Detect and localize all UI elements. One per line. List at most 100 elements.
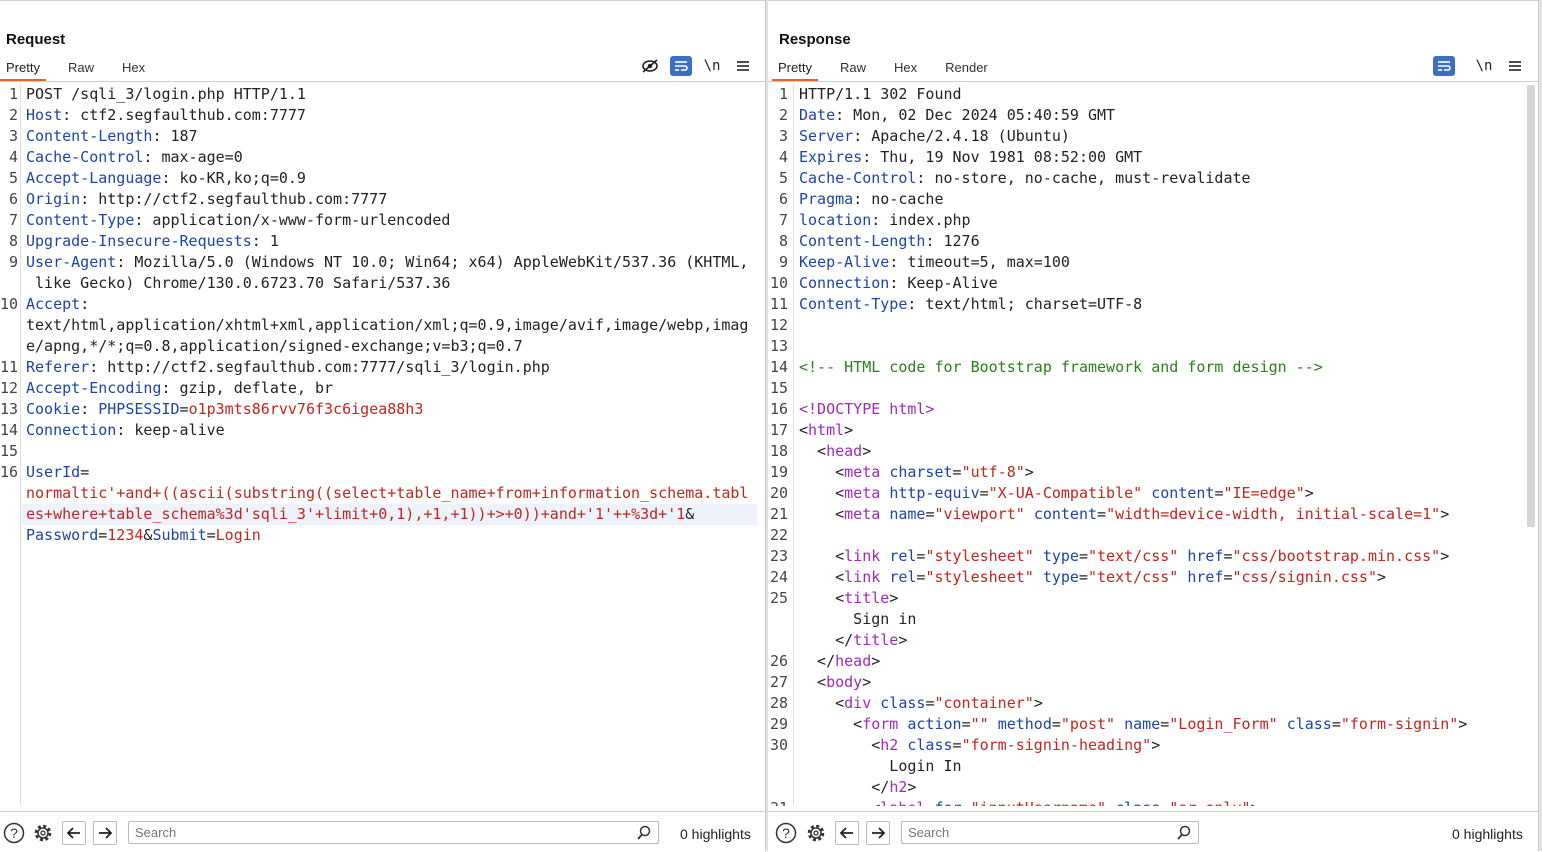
code-token: "post"	[1060, 715, 1116, 733]
code-token: =	[952, 463, 962, 481]
next-match-button[interactable]	[93, 821, 117, 845]
response-editor[interactable]: 1 HTTP/1.1 302 Found 2 Date: Mon, 02 Dec 20…	[768, 83, 1538, 806]
code-token: : no-store, no-cache, must-revalidate	[916, 169, 1251, 187]
word-wrap-button[interactable]	[670, 56, 692, 76]
code-token: =	[961, 715, 971, 733]
line-number: 5	[778, 169, 788, 187]
code-token: name	[889, 505, 926, 523]
line-number: 26	[770, 652, 789, 670]
tab-request-raw[interactable]: Raw	[62, 59, 100, 81]
code-line: Sign in	[799, 609, 916, 630]
line-number: 11	[770, 295, 789, 313]
code-line: Keep-Alive: timeout=5, max=100	[799, 252, 1070, 273]
line-number: 13	[0, 400, 19, 418]
line-number: 6	[8, 190, 18, 208]
code-token: >	[898, 631, 908, 649]
code-token: Pragma	[799, 190, 854, 208]
code-token: Connection	[799, 274, 890, 292]
hamburger-icon	[737, 61, 749, 71]
code-token: like Gecko) Chrome/130.0.6723.70 Safari/…	[26, 274, 451, 292]
code-token: Content-Type	[26, 211, 135, 229]
code-token: <	[799, 484, 845, 502]
show-newlines-button[interactable]: \n	[701, 56, 723, 76]
line-number: 22	[770, 526, 789, 544]
code-line: </head>	[799, 651, 880, 672]
line-number: 5	[8, 169, 18, 187]
code-token: "IE=edge"	[1223, 484, 1305, 502]
line-number: 27	[770, 673, 789, 691]
code-token: </	[799, 652, 836, 670]
line-number: 6	[778, 190, 788, 208]
settings-button[interactable]	[804, 821, 828, 845]
code-token: </	[799, 631, 854, 649]
code-line: Login In	[799, 756, 962, 777]
code-token: http-equiv	[889, 484, 980, 502]
code-line: </h2>	[799, 777, 916, 798]
code-token: content	[1033, 505, 1098, 523]
menu-button[interactable]	[732, 56, 754, 76]
tab-response-render[interactable]: Render	[939, 59, 994, 81]
settings-button[interactable]	[31, 821, 55, 845]
code-token: rel	[889, 568, 917, 586]
code-token: =	[1097, 505, 1107, 523]
response-pane: Response Pretty Raw Hex Render \n 1 HTTP/…	[768, 0, 1538, 852]
tab-request-pretty[interactable]: Pretty	[0, 59, 46, 81]
help-button[interactable]: ?	[2, 821, 26, 845]
tab-request-hex[interactable]: Hex	[116, 59, 151, 81]
tab-response-pretty[interactable]: Pretty	[772, 59, 818, 81]
code-token: Upgrade-Insecure-Requests	[26, 232, 252, 250]
previous-match-button[interactable]	[62, 821, 86, 845]
arrow-left-icon	[66, 827, 80, 839]
vertical-scrollbar[interactable]	[1527, 85, 1535, 527]
line-number: 2	[778, 106, 788, 124]
code-token: href	[1187, 568, 1224, 586]
hide-nonprinting-button[interactable]	[639, 56, 661, 76]
menu-button[interactable]	[1504, 56, 1526, 76]
code-line: <title>	[799, 588, 898, 609]
response-search-bar: ? Search 0 highlights	[768, 811, 1538, 852]
code-token: Login In	[799, 757, 962, 775]
code-token: "X-UA-Compatible"	[988, 484, 1143, 502]
line-number: 24	[770, 568, 789, 586]
search-input[interactable]: Search	[128, 821, 659, 844]
help-icon: ?	[775, 822, 797, 844]
code-token: Date	[799, 106, 836, 124]
line-number: 2	[8, 106, 18, 124]
code-token: method	[997, 715, 1052, 733]
code-token: text/html,application/xhtml+xml,applicat…	[26, 316, 749, 334]
code-token: : 187	[152, 127, 198, 145]
code-token: meta	[844, 505, 890, 523]
code-line: Accept:	[26, 294, 89, 315]
show-newlines-button[interactable]: \n	[1473, 56, 1495, 76]
arrow-right-icon	[99, 827, 113, 839]
line-number: 18	[770, 442, 789, 460]
previous-match-button[interactable]	[835, 821, 859, 845]
code-token: "width=device-width, initial-scale=1"	[1106, 505, 1441, 523]
help-button[interactable]: ?	[774, 821, 798, 845]
search-input[interactable]: Search	[901, 821, 1199, 844]
code-token: HTTP/1.1 302 Found	[799, 85, 962, 103]
request-pane: Request Pretty Raw Hex \n 1 POST /sqli_3/…	[0, 0, 765, 852]
code-token: >	[844, 421, 854, 439]
tab-response-hex[interactable]: Hex	[888, 59, 923, 81]
word-wrap-button[interactable]	[1433, 56, 1455, 76]
code-token: >	[1377, 568, 1387, 586]
line-number: 7	[8, 211, 18, 229]
code-line: Date: Mon, 02 Dec 2024 05:40:59 GMT	[799, 105, 1115, 126]
line-number: 16	[770, 400, 789, 418]
request-editor[interactable]: 1 POST /sqli_3/login.php HTTP/1.1 2 Host: c…	[0, 83, 765, 806]
code-line: Cache-Control: no-store, no-cache, must-…	[799, 168, 1251, 189]
code-token: rel	[889, 547, 917, 565]
next-match-button[interactable]	[866, 821, 890, 845]
code-token: :	[80, 400, 99, 418]
code-line: Origin: http://ctf2.segfaulthub.com:7777	[26, 189, 387, 210]
code-token: UserId	[26, 463, 81, 481]
code-token: Server	[799, 127, 854, 145]
code-token: >	[889, 589, 899, 607]
code-token: Submit	[152, 526, 207, 544]
tab-response-raw[interactable]: Raw	[834, 59, 872, 81]
code-token: <	[799, 505, 845, 523]
line-number: 20	[770, 484, 789, 502]
code-token: location	[799, 211, 872, 229]
code-token: "text/css"	[1088, 547, 1179, 565]
